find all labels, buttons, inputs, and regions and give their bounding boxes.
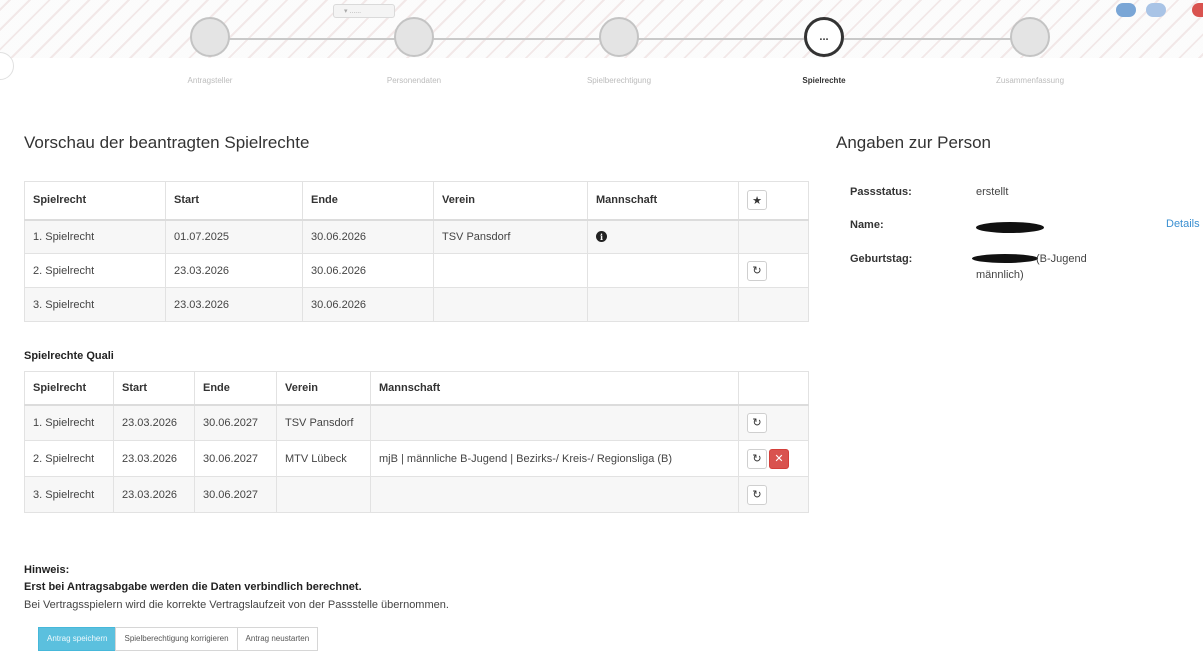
action-button-group: Antrag speichern Spielberechtigung korri… bbox=[38, 627, 319, 651]
column-header: Mannschaft bbox=[587, 181, 739, 221]
cell-start: 23.03.2026 bbox=[113, 404, 195, 441]
cell-ende: 30.06.2026 bbox=[302, 219, 434, 254]
cell-ende: 30.06.2027 bbox=[194, 476, 277, 513]
column-header: Verein bbox=[276, 371, 371, 406]
wizard-step-4-label[interactable]: Spielrechte bbox=[744, 76, 904, 85]
redacted-birthday bbox=[972, 254, 1038, 263]
table-row: 2. Spielrecht 23.03.2026 30.06.2026 ↻ bbox=[24, 253, 809, 288]
help-badge-icon[interactable] bbox=[1146, 3, 1166, 17]
wizard-step-2-circle[interactable] bbox=[394, 17, 434, 57]
table-row: 2. Spielrecht 23.03.2026 30.06.2027 MTV … bbox=[24, 440, 809, 477]
wizard-step-1-label[interactable]: Antragsteller bbox=[130, 76, 290, 85]
wizard-step-4-circle[interactable]: ... bbox=[804, 17, 844, 57]
hint-text: Bei Vertragsspielern wird die korrekte V… bbox=[24, 599, 449, 611]
correct-eligibility-button[interactable]: Spielberechtigung korrigieren bbox=[115, 627, 238, 651]
column-header: ★ bbox=[738, 181, 809, 221]
column-header: Spielrecht bbox=[24, 181, 166, 221]
cell-start: 23.03.2026 bbox=[165, 287, 303, 322]
cell-action: ↻ bbox=[738, 253, 809, 288]
passstatus-label: Passstatus: bbox=[850, 186, 912, 198]
hint-title: Hinweis: bbox=[24, 564, 70, 576]
cell-action bbox=[738, 287, 809, 322]
passstatus-value: erstellt bbox=[976, 186, 1009, 198]
cell-spielrecht: 1. Spielrecht bbox=[24, 219, 166, 254]
wizard-step-3-label[interactable]: Spielberechtigung bbox=[539, 76, 699, 85]
table-header-row: Spielrecht Start Ende Verein Mannschaft … bbox=[24, 181, 809, 221]
top-dropdown[interactable]: ▾ ...... bbox=[333, 4, 395, 18]
geburtstag-suffix: (B-Jugend bbox=[1036, 253, 1087, 265]
column-header: Mannschaft bbox=[370, 371, 739, 406]
preview-title: Vorschau der beantragten Spielrechte bbox=[24, 133, 310, 152]
cell-mannschaft bbox=[370, 476, 739, 513]
cell-spielrecht: 3. Spielrecht bbox=[24, 287, 166, 322]
column-header: Ende bbox=[302, 181, 434, 221]
cell-verein: TSV Pansdorf bbox=[433, 219, 588, 254]
user-badge-icon[interactable] bbox=[1116, 3, 1136, 17]
delete-icon[interactable]: ✕ bbox=[769, 448, 789, 469]
cell-verein bbox=[433, 253, 588, 288]
cell-verein bbox=[433, 287, 588, 322]
table-row: 1. Spielrecht 23.03.2026 30.06.2027 TSV … bbox=[24, 404, 809, 441]
edit-icon[interactable]: ↻ bbox=[747, 484, 767, 505]
table-row: 3. Spielrecht 23.03.2026 30.06.2026 bbox=[24, 287, 809, 322]
cell-ende: 30.06.2026 bbox=[302, 287, 434, 322]
geburtstag-suffix-line2: männlich) bbox=[976, 269, 1024, 281]
wizard-step-5-label[interactable]: Zusammenfassung bbox=[950, 76, 1110, 85]
cell-action: ↻ bbox=[738, 404, 809, 441]
cell-mannschaft bbox=[587, 287, 739, 322]
edit-icon[interactable]: ↻ bbox=[747, 412, 767, 433]
cell-verein bbox=[276, 476, 371, 513]
wizard-step-1-circle[interactable] bbox=[190, 17, 230, 57]
cell-start: 23.03.2026 bbox=[165, 253, 303, 288]
table-header-row: Spielrecht Start Ende Verein Mannschaft bbox=[24, 371, 809, 406]
column-header: Ende bbox=[194, 371, 277, 406]
column-header bbox=[738, 371, 809, 406]
save-application-button[interactable]: Antrag speichern bbox=[38, 627, 117, 651]
geburtstag-label: Geburtstag: bbox=[850, 253, 913, 265]
cell-spielrecht: 2. Spielrecht bbox=[24, 253, 166, 288]
column-header: Start bbox=[113, 371, 195, 406]
cell-mannschaft: mjB | männliche B-Jugend | Bezirks-/ Kre… bbox=[370, 440, 739, 477]
edit-icon[interactable]: ↻ bbox=[747, 448, 767, 469]
redacted-name bbox=[976, 222, 1044, 233]
column-header: Spielrecht bbox=[24, 371, 114, 406]
wizard-step-5-circle[interactable] bbox=[1010, 17, 1050, 57]
cell-action: ↻ bbox=[738, 476, 809, 513]
details-link[interactable]: Details bbox=[1166, 218, 1200, 230]
preview-table: Spielrecht Start Ende Verein Mannschaft … bbox=[24, 181, 809, 322]
table-row: 1. Spielrecht 01.07.2025 30.06.2026 TSV … bbox=[24, 219, 809, 254]
hint-bold-text: Erst bei Antragsabgabe werden die Daten … bbox=[24, 581, 362, 593]
cell-spielrecht: 3. Spielrecht bbox=[24, 476, 114, 513]
cell-spielrecht: 1. Spielrecht bbox=[24, 404, 114, 441]
person-title: Angaben zur Person bbox=[836, 133, 991, 152]
edit-icon[interactable]: ↻ bbox=[747, 260, 767, 281]
cell-ende: 30.06.2027 bbox=[194, 404, 277, 441]
cell-mannschaft bbox=[370, 404, 739, 441]
cell-start: 01.07.2025 bbox=[165, 219, 303, 254]
quali-title: Spielrechte Quali bbox=[24, 350, 114, 362]
info-icon[interactable]: i bbox=[596, 231, 607, 243]
wizard-step-2-label[interactable]: Personendaten bbox=[334, 76, 494, 85]
wizard-step-3-circle[interactable] bbox=[599, 17, 639, 57]
quali-table: Spielrecht Start Ende Verein Mannschaft … bbox=[24, 371, 809, 513]
cell-action bbox=[738, 219, 809, 254]
star-icon[interactable]: ★ bbox=[747, 190, 767, 211]
cell-mannschaft: i bbox=[587, 219, 739, 254]
cell-start: 23.03.2026 bbox=[113, 440, 195, 477]
cell-action: ↻ ✕ bbox=[738, 440, 809, 477]
cell-start: 23.03.2026 bbox=[113, 476, 195, 513]
restart-application-button[interactable]: Antrag neustarten bbox=[236, 627, 319, 651]
table-row: 3. Spielrecht 23.03.2026 30.06.2027 ↻ bbox=[24, 476, 809, 513]
cell-ende: 30.06.2026 bbox=[302, 253, 434, 288]
cell-verein: MTV Lübeck bbox=[276, 440, 371, 477]
column-header: Start bbox=[165, 181, 303, 221]
cell-verein: TSV Pansdorf bbox=[276, 404, 371, 441]
name-label: Name: bbox=[850, 219, 884, 231]
cell-spielrecht: 2. Spielrecht bbox=[24, 440, 114, 477]
alert-badge-icon[interactable] bbox=[1192, 3, 1203, 17]
cell-ende: 30.06.2027 bbox=[194, 440, 277, 477]
column-header: Verein bbox=[433, 181, 588, 221]
cell-mannschaft bbox=[587, 253, 739, 288]
